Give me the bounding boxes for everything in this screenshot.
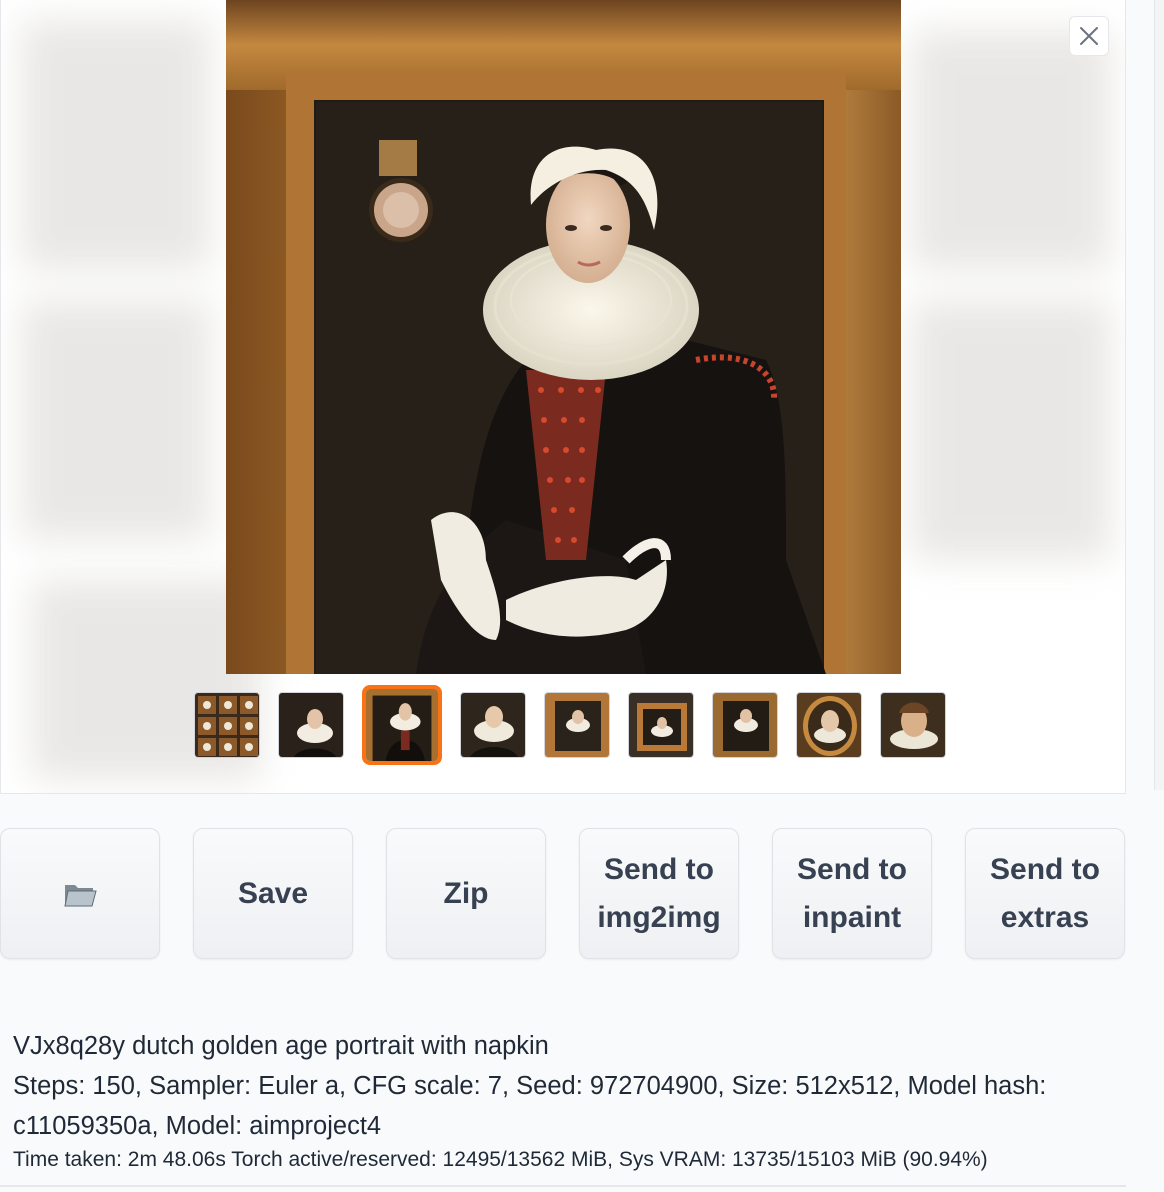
portrait-thumbnail xyxy=(629,693,693,757)
portrait-thumbnail xyxy=(366,689,438,761)
thumbnail-image[interactable] xyxy=(628,692,694,758)
divider xyxy=(0,1185,1126,1187)
scrollbar[interactable] xyxy=(1154,0,1164,790)
portrait-thumbnail xyxy=(545,693,609,757)
blurred-background xyxy=(911,30,1111,270)
portrait-thumbnail xyxy=(279,693,343,757)
thumbnail-image[interactable] xyxy=(712,692,778,758)
save-button[interactable]: Save xyxy=(193,828,353,959)
thumbnail-strip xyxy=(194,685,946,765)
thumbnail-image[interactable] xyxy=(880,692,946,758)
zip-button-label: Zip xyxy=(443,876,489,910)
portrait-thumbnail xyxy=(461,693,525,757)
folder-icon xyxy=(64,884,97,906)
prompt-text: VJx8q28y dutch golden age portrait with … xyxy=(13,1032,549,1060)
blurred-background xyxy=(911,300,1111,560)
thumbnail-image[interactable] xyxy=(278,692,344,758)
portrait-thumbnail xyxy=(881,693,945,757)
thumbnail-image[interactable] xyxy=(796,692,862,758)
open-folder-button[interactable] xyxy=(0,828,160,959)
close-button[interactable] xyxy=(1069,16,1109,56)
send-to-extras-label-line1: Send to xyxy=(990,852,1100,886)
blurred-background xyxy=(21,20,211,270)
thumbnail-image[interactable] xyxy=(544,692,610,758)
send-to-img2img-label-line2: img2img xyxy=(597,900,721,934)
zip-button[interactable]: Zip xyxy=(386,828,546,959)
selected-image[interactable] xyxy=(226,0,901,674)
generation-info: VJx8q28y dutch golden age portrait with … xyxy=(13,1026,1113,1176)
portrait-painting xyxy=(226,0,901,674)
thumbnail-image-selected[interactable] xyxy=(362,685,442,765)
send-to-inpaint-label-line2: inpaint xyxy=(802,900,902,934)
blurred-background xyxy=(21,300,211,540)
save-button-label: Save xyxy=(237,876,309,910)
action-button-row: Save Zip Send to img2img Send to inpaint… xyxy=(0,828,1126,959)
generation-parameters: Steps: 150, Sampler: Euler a, CFG scale:… xyxy=(13,1072,1047,1140)
app-root: Save Zip Send to img2img Send to inpaint… xyxy=(0,0,1164,1192)
send-to-extras-label-line2: extras xyxy=(1000,900,1090,934)
send-to-inpaint-button[interactable]: Send to inpaint xyxy=(772,828,932,959)
send-to-img2img-label-line1: Send to xyxy=(603,852,714,886)
image-gallery xyxy=(0,0,1126,794)
thumbnail-grid[interactable] xyxy=(194,692,260,758)
send-to-img2img-button[interactable]: Send to img2img xyxy=(579,828,739,959)
portrait-thumbnail xyxy=(713,693,777,757)
close-icon xyxy=(1080,27,1098,45)
send-to-inpaint-label-line1: Send to xyxy=(797,852,907,886)
grid-preview-icon xyxy=(195,693,259,757)
send-to-extras-button[interactable]: Send to extras xyxy=(965,828,1125,959)
portrait-thumbnail xyxy=(797,693,861,757)
timing-info: Time taken: 2m 48.06s Torch active/reser… xyxy=(13,1148,988,1171)
thumbnail-image[interactable] xyxy=(460,692,526,758)
